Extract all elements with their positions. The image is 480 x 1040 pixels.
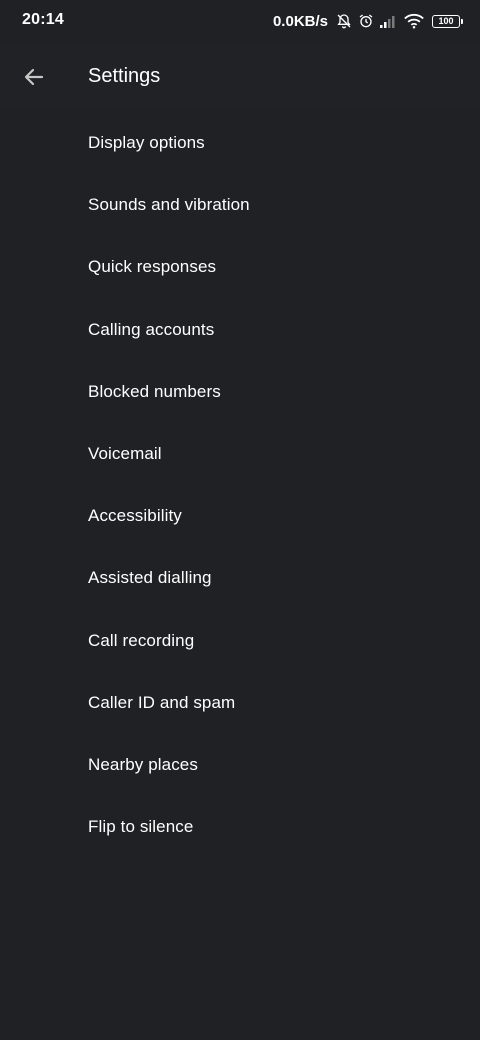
settings-item-quick-responses[interactable]: Quick responses bbox=[0, 236, 480, 298]
page-title: Settings bbox=[88, 65, 161, 87]
battery-level: 100 bbox=[438, 16, 454, 26]
notifications-off-icon bbox=[336, 13, 352, 29]
settings-item-nearby-places[interactable]: Nearby places bbox=[0, 734, 480, 796]
arrow-back-icon bbox=[24, 68, 44, 86]
status-bar: 20:14 0.0KB/s 100 bbox=[0, 0, 480, 44]
settings-item-label: Nearby places bbox=[88, 754, 198, 774]
settings-item-display-options[interactable]: Display options bbox=[0, 112, 480, 174]
settings-item-caller-id-and-spam[interactable]: Caller ID and spam bbox=[0, 672, 480, 734]
settings-item-label: Assisted dialling bbox=[88, 568, 212, 588]
settings-list: Display options Sounds and vibration Quick… bbox=[0, 112, 480, 858]
settings-item-label: Voicemail bbox=[88, 444, 162, 464]
settings-item-accessibility[interactable]: Accessibility bbox=[0, 485, 480, 547]
settings-item-voicemail[interactable]: Voicemail bbox=[0, 423, 480, 485]
settings-item-call-recording[interactable]: Call recording bbox=[0, 610, 480, 672]
settings-item-label: Display options bbox=[88, 133, 205, 153]
back-button[interactable] bbox=[14, 57, 54, 97]
wifi-icon bbox=[404, 13, 424, 29]
settings-item-label: Caller ID and spam bbox=[88, 692, 236, 712]
alarm-icon bbox=[358, 13, 374, 29]
settings-item-label: Sounds and vibration bbox=[88, 195, 250, 215]
signal-icon bbox=[380, 14, 398, 28]
settings-item-assisted-dialling[interactable]: Assisted dialling bbox=[0, 547, 480, 609]
settings-item-blocked-numbers[interactable]: Blocked numbers bbox=[0, 361, 480, 423]
settings-item-label: Call recording bbox=[88, 630, 195, 650]
settings-item-calling-accounts[interactable]: Calling accounts bbox=[0, 299, 480, 361]
settings-item-flip-to-silence[interactable]: Flip to silence bbox=[0, 796, 480, 858]
status-time: 20:14 bbox=[22, 11, 64, 28]
settings-item-label: Blocked numbers bbox=[88, 381, 221, 401]
settings-item-label: Flip to silence bbox=[88, 817, 194, 837]
settings-item-label: Quick responses bbox=[88, 257, 217, 277]
network-speed: 0.0KB/s bbox=[272, 12, 328, 30]
battery-icon: 100 bbox=[432, 14, 463, 28]
app-bar: Settings bbox=[0, 44, 480, 110]
status-icons: 0.0KB/s 100 bbox=[272, 10, 463, 32]
settings-item-label: Calling accounts bbox=[88, 319, 215, 339]
settings-item-sounds-and-vibration[interactable]: Sounds and vibration bbox=[0, 174, 480, 236]
settings-item-label: Accessibility bbox=[88, 506, 182, 526]
